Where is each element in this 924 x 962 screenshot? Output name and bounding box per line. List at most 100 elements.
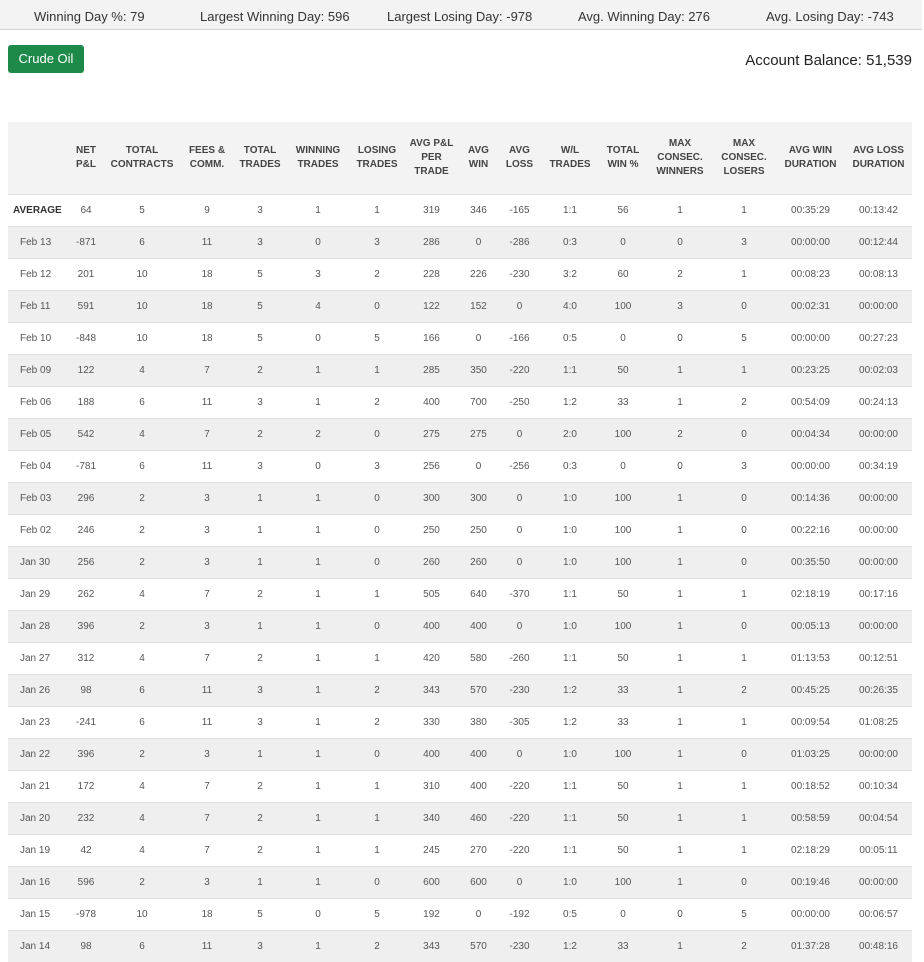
table-cell: 3 xyxy=(235,707,285,739)
largest-losing-day: Largest Losing Day: -978 xyxy=(387,9,532,24)
table-cell: 02:18:19 xyxy=(776,579,845,611)
table-cell: 0 xyxy=(497,867,542,899)
table-cell: 64 xyxy=(67,195,105,227)
table-cell: 228 xyxy=(403,259,460,291)
table-cell: 3 xyxy=(648,291,712,323)
table-cell: 3 xyxy=(285,259,351,291)
table-cell: -220 xyxy=(497,803,542,835)
table-cell: 100 xyxy=(598,547,648,579)
row-label: Jan 22 xyxy=(8,739,67,771)
table-cell: 1 xyxy=(285,835,351,867)
table-cell: 2 xyxy=(105,611,179,643)
table-cell: 172 xyxy=(67,771,105,803)
table-cell: 00:00:00 xyxy=(845,483,912,515)
table-cell: 2 xyxy=(351,259,403,291)
table-cell: 6 xyxy=(105,707,179,739)
table-cell: 100 xyxy=(598,739,648,771)
avg-losing-day: Avg. Losing Day: -743 xyxy=(766,9,894,24)
table-cell: 570 xyxy=(460,931,497,962)
table-cell: 1 xyxy=(285,483,351,515)
row-label: Jan 29 xyxy=(8,579,67,611)
table-cell: 3 xyxy=(179,483,235,515)
table-cell: 2 xyxy=(351,387,403,419)
table-cell: 00:10:34 xyxy=(845,771,912,803)
table-cell: 1 xyxy=(648,611,712,643)
table-cell: 188 xyxy=(67,387,105,419)
table-cell: 3 xyxy=(712,227,776,259)
table-cell: 600 xyxy=(460,867,497,899)
row-label: Feb 10 xyxy=(8,323,67,355)
table-cell: 2 xyxy=(105,867,179,899)
table-cell: 7 xyxy=(179,419,235,451)
table-cell: 1:0 xyxy=(542,867,598,899)
row-label: Feb 04 xyxy=(8,451,67,483)
table-cell: 0 xyxy=(712,483,776,515)
table-cell: 0 xyxy=(648,899,712,931)
table-cell: 6 xyxy=(105,931,179,962)
table-cell: 0 xyxy=(460,451,497,483)
table-cell: 3 xyxy=(235,451,285,483)
table-cell: 10 xyxy=(105,291,179,323)
column-header: TOTAL CONTRACTS xyxy=(105,122,179,195)
table-cell: 100 xyxy=(598,483,648,515)
table-cell: 1 xyxy=(351,195,403,227)
instrument-button[interactable]: Crude Oil xyxy=(8,45,84,73)
table-cell: -250 xyxy=(497,387,542,419)
table-cell: -260 xyxy=(497,643,542,675)
table-cell: 0 xyxy=(497,483,542,515)
table-cell: 0:5 xyxy=(542,899,598,931)
table-cell: 01:03:25 xyxy=(776,739,845,771)
table-cell: -286 xyxy=(497,227,542,259)
table-cell: 580 xyxy=(460,643,497,675)
table-cell: 1 xyxy=(285,547,351,579)
table-cell: 7 xyxy=(179,355,235,387)
table-cell: 1:0 xyxy=(542,739,598,771)
table-cell: 60 xyxy=(598,259,648,291)
table-cell: 346 xyxy=(460,195,497,227)
table-cell: 270 xyxy=(460,835,497,867)
table-cell: 0 xyxy=(598,323,648,355)
table-cell: 1 xyxy=(648,355,712,387)
table-cell: 0 xyxy=(712,419,776,451)
table-cell: 400 xyxy=(460,739,497,771)
table-cell: 1:2 xyxy=(542,931,598,962)
table-cell: 0 xyxy=(712,291,776,323)
table-cell: 152 xyxy=(460,291,497,323)
table-cell: 0 xyxy=(497,739,542,771)
table-cell: 00:00:00 xyxy=(845,739,912,771)
table-cell: 275 xyxy=(403,419,460,451)
table-cell: 0 xyxy=(497,515,542,547)
table-cell: 1 xyxy=(648,707,712,739)
table-cell: 00:45:25 xyxy=(776,675,845,707)
column-header: MAX CONSEC. WINNERS xyxy=(648,122,712,195)
column-header: WINNING TRADES xyxy=(285,122,351,195)
table-cell: 00:00:00 xyxy=(776,323,845,355)
daily-stats-table-wrapper: NET P&LTOTAL CONTRACTSFEES & COMM.TOTAL … xyxy=(8,122,912,962)
row-label: Jan 26 xyxy=(8,675,67,707)
table-cell: -978 xyxy=(67,899,105,931)
table-cell: 1 xyxy=(648,771,712,803)
table-cell: 505 xyxy=(403,579,460,611)
table-cell: 3 xyxy=(351,227,403,259)
table-cell: 246 xyxy=(67,515,105,547)
table-row: Jan 223962311040040001:01001001:03:2500:… xyxy=(8,739,912,771)
table-body: AVERAGE6459311319346-1651:1561100:35:290… xyxy=(8,195,912,962)
table-row: Jan 2117247211310400-2201:1501100:18:520… xyxy=(8,771,912,803)
row-label: Feb 06 xyxy=(8,387,67,419)
table-cell: 00:06:57 xyxy=(845,899,912,931)
table-cell: 00:00:00 xyxy=(776,899,845,931)
table-cell: 2 xyxy=(105,739,179,771)
table-cell: 7 xyxy=(179,803,235,835)
table-cell: 01:37:28 xyxy=(776,931,845,962)
table-cell: 00:54:09 xyxy=(776,387,845,419)
table-cell: 2 xyxy=(235,419,285,451)
table-cell: 18 xyxy=(179,323,235,355)
table-cell: 1 xyxy=(712,259,776,291)
table-cell: 1 xyxy=(648,803,712,835)
table-cell: 100 xyxy=(598,515,648,547)
table-cell: 1 xyxy=(235,739,285,771)
table-cell: 4 xyxy=(105,419,179,451)
table-cell: 3 xyxy=(179,611,235,643)
table-cell: 5 xyxy=(712,323,776,355)
table-cell: 1 xyxy=(235,483,285,515)
